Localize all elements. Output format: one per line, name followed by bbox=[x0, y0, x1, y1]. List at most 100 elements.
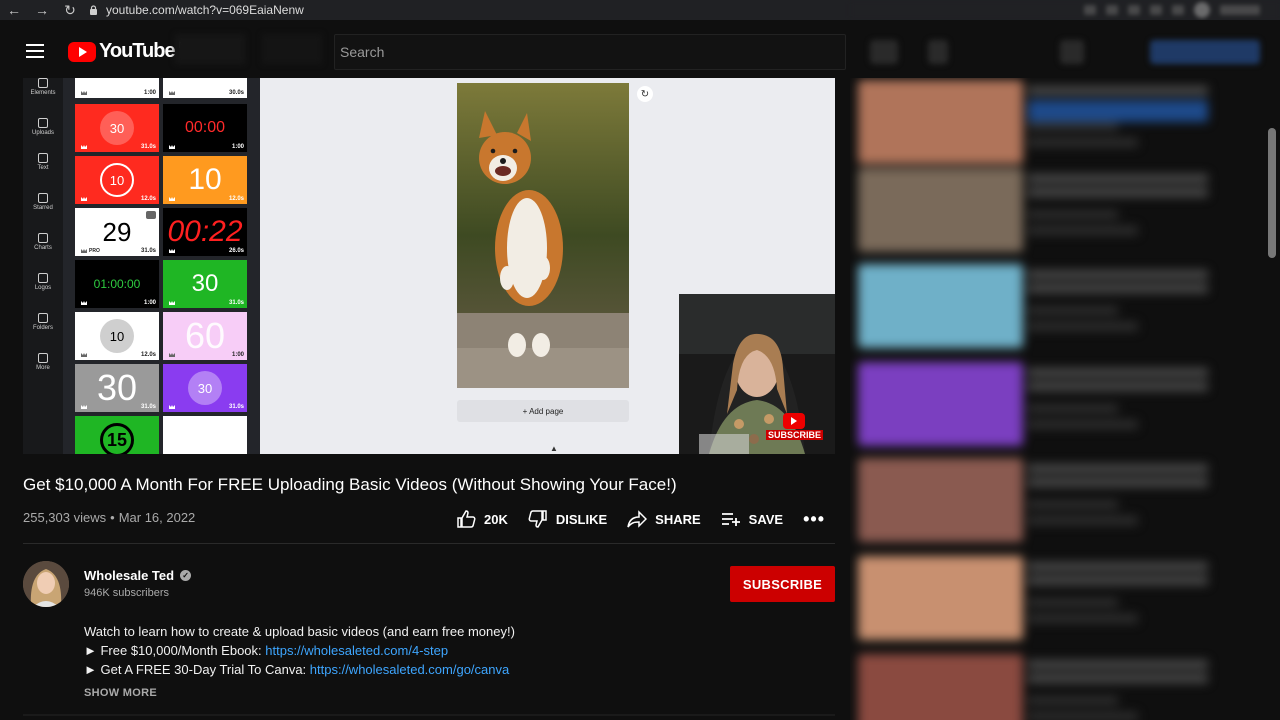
recommended-video-thumbnail[interactable] bbox=[858, 556, 1023, 640]
profile-chip[interactable] bbox=[1220, 5, 1260, 15]
crown-icon bbox=[81, 197, 87, 201]
chevron-up-icon[interactable]: ▲ bbox=[550, 444, 558, 453]
timer-tile[interactable]: 30 31.0s bbox=[163, 364, 247, 412]
extension-icon[interactable] bbox=[1172, 5, 1184, 15]
timer-tile[interactable]: 10 12.0s bbox=[75, 312, 159, 360]
ebook-link[interactable]: https://wholesaleted.com/4-step bbox=[265, 643, 448, 658]
chart-icon bbox=[38, 233, 48, 243]
scrollbar[interactable] bbox=[1268, 128, 1276, 258]
save-button[interactable]: SAVE bbox=[721, 510, 783, 528]
description-text: ► Get A FREE 30-Day Trial To Canva: bbox=[84, 662, 310, 677]
timer-tile[interactable] bbox=[163, 416, 247, 454]
menu-icon[interactable] bbox=[26, 44, 44, 58]
recommended-video-thumbnail[interactable] bbox=[858, 654, 1023, 720]
timer-tile[interactable]: 60 1:00 bbox=[163, 312, 247, 360]
timer-tile[interactable]: 00:00 1:00 bbox=[163, 104, 247, 152]
thumbs-up-icon bbox=[457, 510, 476, 528]
tile-duration: 26.0s bbox=[228, 248, 244, 254]
timer-value: 30 bbox=[96, 367, 138, 408]
url-text: youtube.com/watch?v=069EaiaNenw bbox=[106, 3, 304, 17]
back-icon[interactable]: ← bbox=[0, 0, 28, 20]
show-more-button[interactable]: SHOW MORE bbox=[84, 687, 157, 699]
more-actions-icon[interactable]: ••• bbox=[803, 509, 825, 530]
timer-tile[interactable]: 10 12.0s bbox=[163, 156, 247, 204]
video-meta: 255,303 views • Mar 16, 2022 bbox=[23, 510, 195, 525]
recommended-video-text bbox=[1028, 660, 1208, 669]
timer-tile[interactable]: 30 31.0s bbox=[163, 260, 247, 308]
canva-side-label: Starred bbox=[33, 205, 53, 211]
recommended-video-thumbnail[interactable] bbox=[858, 80, 1023, 164]
canva-side-starred[interactable]: Starred bbox=[23, 193, 63, 211]
search-placeholder: Search bbox=[340, 44, 385, 60]
recommended-video-thumbnail[interactable] bbox=[858, 168, 1023, 252]
logo-text: YouTube bbox=[99, 40, 176, 62]
star-icon[interactable] bbox=[1128, 5, 1140, 15]
video-player[interactable]: Elements Uploads Text Starred Charts Logos Fol… bbox=[23, 78, 835, 454]
thumbs-down-icon bbox=[528, 510, 547, 528]
canva-side-elements[interactable]: Elements bbox=[23, 78, 63, 96]
channel-avatar[interactable] bbox=[23, 561, 69, 607]
timer-tile[interactable]: 30.0s bbox=[163, 78, 247, 98]
canva-side-label: Text bbox=[37, 165, 49, 171]
recommended-video-text bbox=[1028, 382, 1208, 391]
tile-options-icon[interactable] bbox=[146, 211, 156, 219]
like-button[interactable]: 20K bbox=[456, 510, 508, 528]
recommended-video-text bbox=[1028, 464, 1208, 473]
sign-in-button[interactable] bbox=[1150, 40, 1260, 64]
recommendations-blurred bbox=[850, 78, 1280, 720]
dislike-button[interactable]: DISLIKE bbox=[528, 510, 607, 528]
recommended-video-text bbox=[1028, 226, 1138, 235]
timer-tile[interactable]: 00:22 26.0s bbox=[163, 208, 247, 256]
tile-duration: 30.0s bbox=[228, 90, 244, 96]
add-page-button[interactable]: + Add page bbox=[457, 400, 629, 422]
recommended-video-thumbnail[interactable] bbox=[858, 362, 1023, 446]
canva-side-uploads[interactable]: Uploads bbox=[23, 118, 63, 136]
subscribe-stamp: SUBSCRIBE bbox=[765, 413, 823, 440]
create-icon[interactable] bbox=[1060, 40, 1084, 64]
recommended-video-text bbox=[1028, 188, 1208, 197]
timer-value: 10 bbox=[188, 163, 222, 196]
canva-side-more[interactable]: More bbox=[23, 353, 63, 371]
forward-icon[interactable]: → bbox=[28, 0, 56, 20]
pro-badge: PRO bbox=[89, 248, 100, 254]
timer-tile[interactable]: 1:00 bbox=[75, 78, 159, 98]
extension-icon[interactable] bbox=[1150, 5, 1162, 15]
timer-tile[interactable]: 29 31.0s PRO bbox=[75, 208, 159, 256]
canva-side-folders[interactable]: Folders bbox=[23, 313, 63, 331]
profile-avatar[interactable] bbox=[1194, 2, 1210, 18]
dislike-label: DISLIKE bbox=[555, 511, 608, 527]
timer-value: 15 bbox=[100, 423, 134, 454]
recommended-video-thumbnail[interactable] bbox=[858, 264, 1023, 348]
recommended-video-text bbox=[1028, 284, 1208, 293]
canva-link[interactable]: https://wholesaleted.com/go/canva bbox=[310, 662, 509, 677]
channel-name[interactable]: Wholesale Ted ✓ bbox=[84, 568, 192, 583]
youtube-logo[interactable]: YouTube NZ bbox=[68, 40, 191, 63]
address-bar[interactable]: youtube.com/watch?v=069EaiaNenw bbox=[88, 0, 304, 20]
search-input[interactable]: Search bbox=[334, 34, 846, 70]
timer-tile[interactable]: 10 12.0s bbox=[75, 156, 159, 204]
text-icon bbox=[38, 153, 48, 163]
tile-duration: 31.0s bbox=[140, 144, 156, 150]
recommended-video-thumbnail[interactable] bbox=[858, 458, 1023, 542]
tile-duration: 31.0s bbox=[228, 300, 244, 306]
recommended-video-text bbox=[1028, 562, 1208, 571]
mic-icon[interactable] bbox=[928, 40, 948, 64]
subscribe-button[interactable]: SUBSCRIBE bbox=[730, 566, 835, 602]
canva-side-charts[interactable]: Charts bbox=[23, 233, 63, 251]
timer-tile[interactable]: 01:00:00 1:00 bbox=[75, 260, 159, 308]
logo-icon bbox=[38, 273, 48, 283]
rotate-icon[interactable]: ↻ bbox=[637, 86, 653, 102]
header-right-blurred bbox=[850, 20, 1280, 78]
timer-tile[interactable]: 30 31.0s bbox=[75, 364, 159, 412]
share-button[interactable]: SHARE bbox=[627, 510, 701, 528]
canva-side-logos[interactable]: Logos bbox=[23, 273, 63, 291]
canva-side-text[interactable]: Text bbox=[23, 153, 63, 171]
recommended-video-text bbox=[1028, 404, 1118, 413]
extension-icon[interactable] bbox=[1106, 5, 1118, 15]
timer-tile[interactable]: 30 31.0s bbox=[75, 104, 159, 152]
timer-tile[interactable]: 15 bbox=[75, 416, 159, 454]
crown-icon bbox=[169, 249, 175, 253]
search-button[interactable] bbox=[870, 40, 898, 64]
extension-icon[interactable] bbox=[1084, 5, 1096, 15]
reload-icon[interactable]: ↻ bbox=[56, 0, 84, 20]
